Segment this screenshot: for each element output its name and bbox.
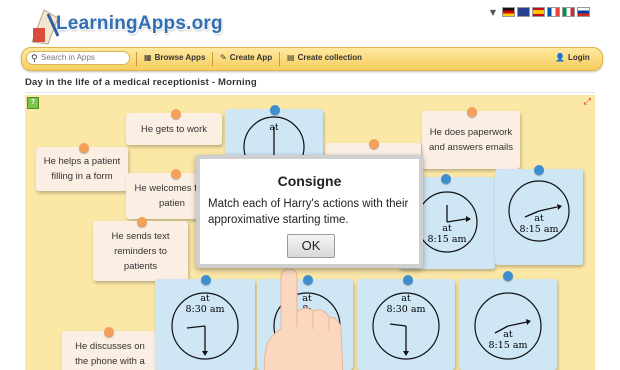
pin-icon [403,275,413,285]
clock-card[interactable]: at 8:15 am [495,169,583,265]
toolbar-divider [212,52,213,66]
clock-icon [474,292,542,360]
flag-es-icon[interactable] [532,7,545,17]
create-app-button[interactable]: ✎ Create App [220,53,272,62]
browse-apps-button[interactable]: ▦ Browse Apps [144,53,205,62]
pencil-icon: ✎ [220,53,227,62]
clock-label: at 8:30 am [357,293,455,315]
pin-icon [79,143,89,153]
clock-label: at 8:30 am [155,293,255,315]
pin-icon [201,275,211,285]
search-icon: ⚲ [31,54,38,64]
clock-label: at 8:15 am [459,329,557,351]
collection-icon: ▤ [287,53,295,62]
dialog-title: Consigne [277,173,342,189]
card-text: He discusses on the phone with a [75,341,145,367]
create-app-label: Create App [229,53,273,62]
action-card[interactable]: He sends text reminders to patients [93,221,188,281]
toolbar-divider [136,52,137,66]
clock-prefix: at [534,213,544,224]
pin-icon [270,105,280,115]
logo[interactable]: LearningApps.org [26,2,226,48]
pin-icon [441,174,451,184]
card-text: He gets to work [141,123,207,135]
clock-time: 8:15 am [519,224,559,235]
page-title: Day in the life of a medical receptionis… [25,77,257,88]
logo-text: LearningApps.org [56,13,223,34]
action-card[interactable]: He does paperwork and answers emails [422,111,520,169]
clock-prefix: at [401,293,411,304]
action-card[interactable]: He helps a patient filling in a form [36,147,128,191]
flag-it-icon[interactable] [562,7,575,17]
card-text: He sends text reminders to patients [111,230,170,272]
title-divider [25,92,595,93]
clock-card[interactable]: at 8:15 am [459,279,557,370]
clock-time: 8:30 am [185,304,225,315]
search-input[interactable]: ⚲ Search in Apps [26,51,130,65]
clock-prefix: at [200,293,210,304]
pin-icon [137,217,147,227]
create-collection-label: Create collection [297,53,363,62]
card-text: He does paperwork and answers emails [429,127,513,153]
clock-prefix: at [503,329,513,340]
toolbar-divider [279,52,280,66]
login-label: Login [567,53,590,62]
ok-button[interactable]: OK [287,234,335,258]
pointing-hand-icon [263,268,344,370]
flag-de-icon[interactable] [502,7,515,17]
clock-card[interactable]: at 8:30 am [357,279,455,370]
flag-ru-icon[interactable] [577,7,590,17]
caret-down-icon[interactable]: ▼ [490,8,496,17]
help-icon[interactable]: ? [27,97,39,109]
pin-icon [104,327,114,337]
card-text: He helps a patient filling in a form [43,156,121,182]
dialog-text: Match each of Harry's actions with their… [208,198,409,226]
pin-icon [369,139,379,149]
toolbar: ⚲ Search in Apps ▦ Browse Apps ✎ Create … [21,47,603,71]
create-collection-button[interactable]: ▤ Create collection [287,53,362,62]
search-placeholder: Search in Apps [41,53,95,62]
clock-card[interactable]: at 8:30 am [155,279,255,370]
fullscreen-icon[interactable]: ⤢ [584,97,591,107]
language-selector[interactable]: ▼ [490,7,590,17]
clock-time: 8:15 am [488,340,528,351]
clock-time: 8:30 am [386,304,426,315]
pin-icon [171,109,181,119]
pin-icon [534,165,544,175]
clock-prefix: at [269,123,279,133]
flag-fr-icon[interactable] [547,7,560,17]
instructions-dialog: Consigne Match each of Harry's actions w… [196,155,423,268]
pin-icon [467,107,477,117]
flag-en-icon[interactable] [517,7,530,17]
grid-icon: ▦ [144,53,152,62]
clock-label: at 8:15 am [495,213,583,235]
pin-icon [503,271,513,281]
user-icon: 👤 [555,53,565,62]
login-button[interactable]: 👤 Login [555,53,590,62]
pin-icon [171,169,181,179]
browse-apps-label: Browse Apps [154,53,206,62]
